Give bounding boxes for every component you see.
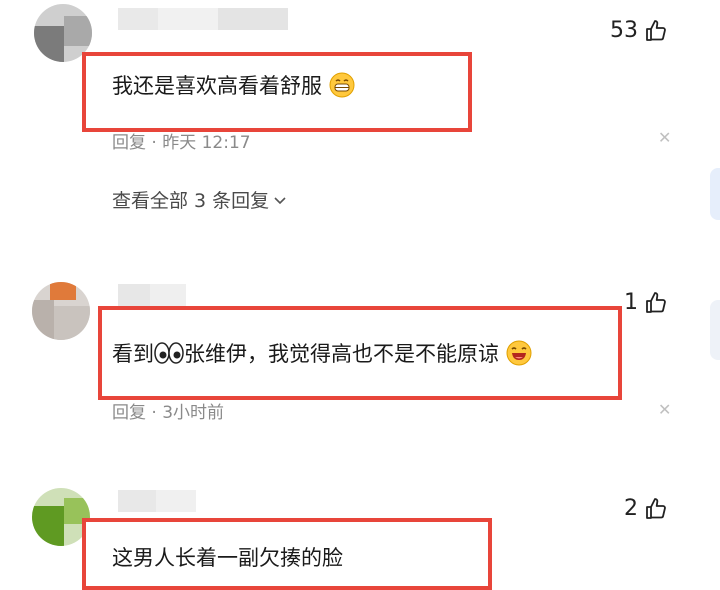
like-count: 1 bbox=[624, 290, 638, 315]
comment-meta: 回复 · 3小时前 bbox=[112, 403, 225, 423]
comment-text: 看到 张维伊，我觉得高也不是不能原谅 bbox=[112, 338, 532, 371]
grin-emoji bbox=[329, 72, 355, 103]
like-count: 53 bbox=[610, 18, 638, 43]
like-count: 2 bbox=[624, 496, 638, 521]
eyes-emoji bbox=[154, 341, 184, 369]
comment-text: 我还是喜欢高看着舒服 bbox=[112, 70, 355, 103]
thumbs-up-icon bbox=[646, 291, 666, 313]
laugh-emoji bbox=[506, 340, 532, 371]
like-button[interactable]: 53 bbox=[610, 18, 668, 43]
thumbs-up-icon bbox=[646, 19, 666, 41]
username-blurred[interactable] bbox=[118, 8, 288, 30]
username-blurred[interactable] bbox=[118, 490, 196, 512]
comment-text: 这男人长着一副欠揍的脸 bbox=[112, 546, 343, 570]
username-blurred[interactable] bbox=[118, 284, 186, 306]
close-icon[interactable]: ✕ bbox=[658, 128, 671, 147]
avatar[interactable] bbox=[32, 282, 90, 340]
close-icon[interactable]: ✕ bbox=[658, 400, 671, 419]
thumbs-up-icon bbox=[646, 497, 666, 519]
view-replies-link[interactable]: 查看全部 3 条回复 bbox=[112, 186, 287, 213]
side-scroll-tab[interactable] bbox=[710, 168, 720, 220]
like-button[interactable]: 1 bbox=[624, 290, 668, 315]
side-scroll-tab-2[interactable] bbox=[710, 300, 720, 360]
like-button[interactable]: 2 bbox=[624, 496, 668, 521]
chevron-down-icon bbox=[274, 196, 286, 204]
